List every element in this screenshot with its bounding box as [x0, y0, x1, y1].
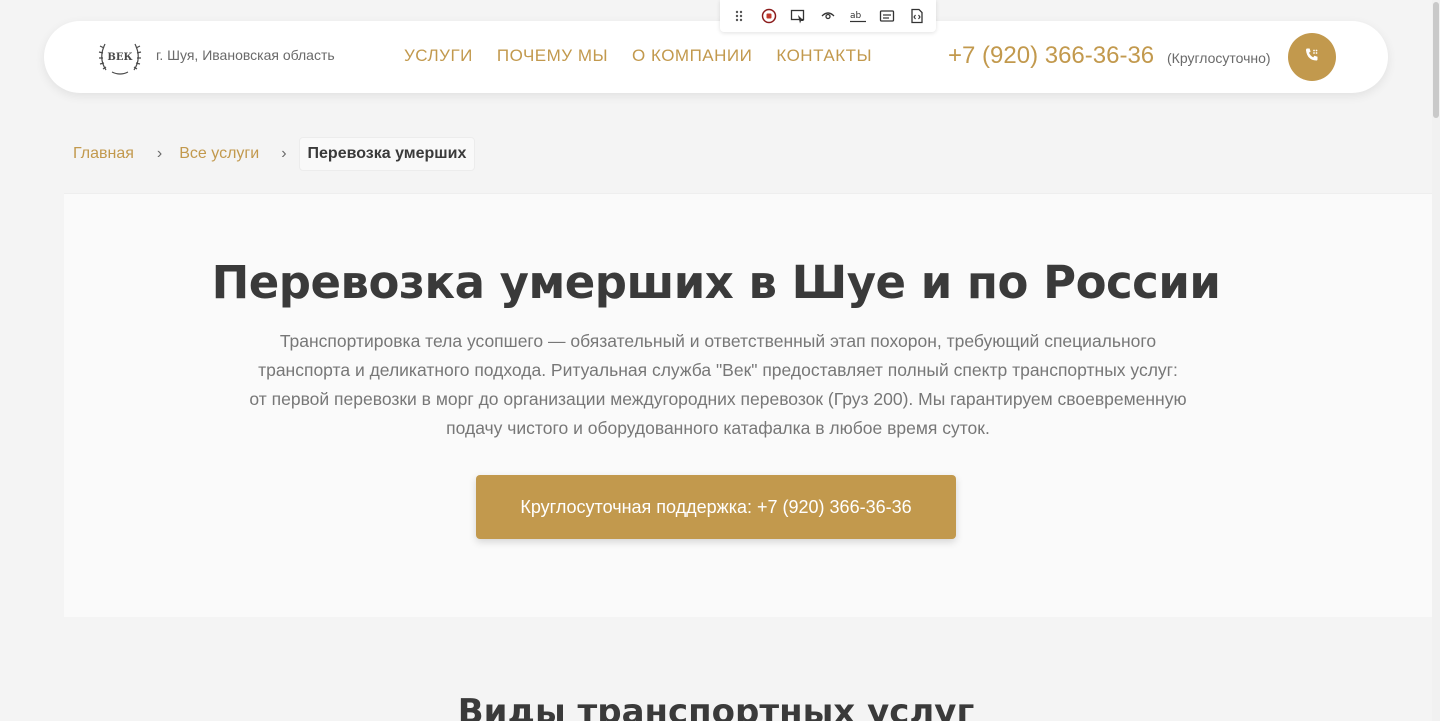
phone-icon [1303, 46, 1321, 69]
nav-item-contacts[interactable]: КОНТАКТЫ [776, 46, 872, 66]
breadcrumb-separator: › [156, 145, 163, 162]
support-phone-button[interactable]: Круглосуточная поддержка: +7 (920) 366-3… [476, 475, 956, 539]
drag-handle-icon[interactable] [727, 4, 751, 28]
region-label: г. Шуя, Ивановская область [156, 47, 335, 63]
call-button[interactable] [1288, 33, 1336, 81]
breadcrumb-services-link[interactable]: Все услуги [179, 145, 259, 163]
hero-description: Транспортировка тела усопшего — обязател… [249, 331, 1187, 438]
select-element-icon[interactable] [786, 4, 810, 28]
svg-text:ab: ab [850, 11, 862, 21]
text-style-icon[interactable]: ab [846, 4, 870, 28]
caption-icon[interactable] [875, 4, 899, 28]
main-nav: УСЛУГИ ПОЧЕМУ МЫ О КОМПАНИИ КОНТАКТЫ [404, 46, 872, 66]
breadcrumb-current: Перевозка умерших [298, 137, 476, 171]
company-logo[interactable]: ВЕК [96, 38, 144, 76]
record-icon[interactable] [757, 4, 781, 28]
phone-hours-note: (Круглосуточно) [1167, 50, 1271, 66]
nav-item-about[interactable]: О КОМПАНИИ [632, 46, 752, 66]
site-header: ВЕК г. Шуя, Ивановская область УСЛУГИ ПО… [44, 21, 1388, 93]
scrollbar-thumb[interactable] [1433, 2, 1439, 118]
eye-icon[interactable] [816, 4, 840, 28]
header-phone-link[interactable]: +7 (920) 366-36-36 [948, 42, 1154, 70]
breadcrumb-home-link[interactable]: Главная [73, 145, 134, 163]
transport-services-heading: Виды транспортных услуг [457, 692, 975, 721]
page-title: Перевозка умерших в Шуе и по России [211, 256, 1221, 309]
nav-item-services[interactable]: УСЛУГИ [404, 46, 473, 66]
code-icon[interactable] [905, 4, 929, 28]
logo-text: ВЕК [107, 52, 132, 63]
page-scrollbar[interactable] [1432, 0, 1440, 721]
hero-section: Перевозка умерших в Шуе и по России Тран… [64, 193, 1432, 617]
nav-item-why-us[interactable]: ПОЧЕМУ МЫ [497, 46, 608, 66]
floating-toolbar: ab [720, 0, 936, 32]
breadcrumb: Главная › Все услуги › Перевозка умерших [73, 136, 476, 172]
breadcrumb-separator: › [281, 145, 287, 162]
